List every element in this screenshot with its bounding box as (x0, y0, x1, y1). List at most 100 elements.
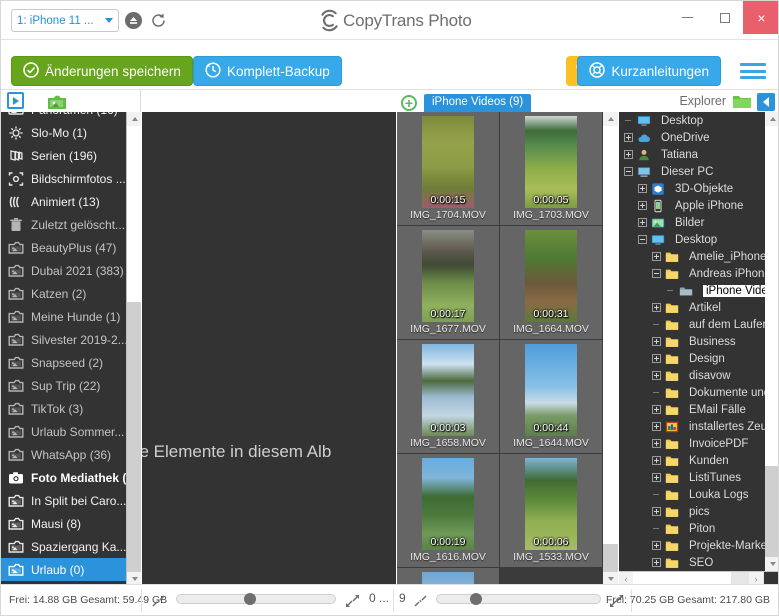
tree-node[interactable]: InvoicePDF (619, 435, 765, 452)
tree-node[interactable]: Desktop (619, 112, 765, 129)
close-button[interactable]: × (743, 1, 778, 34)
thumbnail-size-slider-left[interactable] (176, 593, 336, 605)
expand-icon[interactable] (652, 422, 661, 431)
video-item[interactable]: 0:00:06 IMG_1533.MOV (500, 454, 603, 568)
tree-node[interactable]: Artikel (619, 299, 765, 316)
expand-icon[interactable] (638, 218, 647, 227)
slider-knob[interactable] (470, 593, 482, 605)
video-item[interactable]: 0:00:03 IMG_1658.MOV (397, 340, 500, 454)
thumbnail-size-slider-right[interactable] (436, 593, 601, 605)
expand-icon[interactable] (652, 558, 661, 567)
expand-icon[interactable] (638, 184, 647, 193)
tree-scroll-thumb[interactable] (765, 126, 778, 466)
expand-icon[interactable] (624, 133, 633, 142)
tree-node[interactable]: Amelie_iPhone D (619, 248, 778, 265)
tree-node[interactable]: Andreas iPhone (619, 265, 771, 282)
tree-node[interactable]: Dieser PC (619, 163, 765, 180)
tree-node[interactable]: Bilder (619, 214, 765, 231)
tree-node[interactable]: iPhone Video (619, 282, 778, 299)
tree-scroll-down-button[interactable] (765, 557, 778, 571)
quick-guides-button[interactable]: Kurzanleitungen (577, 56, 721, 86)
tree-scroll-up-button[interactable] (765, 112, 778, 126)
tree-node[interactable]: auf dem Laufend (619, 316, 775, 333)
expand-icon[interactable] (652, 439, 661, 448)
tree-node[interactable]: Louka Logs (619, 486, 765, 503)
tree-node[interactable]: Desktop (619, 231, 765, 248)
sidebar-item[interactable]: Meine Hunde (1) (1, 305, 126, 328)
video-tab-icon[interactable] (7, 92, 24, 109)
tab-iphone-videos[interactable]: iPhone Videos (9) (424, 94, 532, 113)
sidebar-item[interactable]: Animiert (13) (1, 190, 126, 213)
zoom-in-icon[interactable] (345, 594, 360, 608)
sidebar-item[interactable]: Urlaub (0) (1, 558, 126, 581)
sidebar-item[interactable]: Zuletzt gelöscht... (1, 213, 126, 236)
tree-node[interactable]: ListiTunes (619, 469, 765, 486)
sidebar-item[interactable]: Slo-Mo (1) (1, 121, 126, 144)
collapse-explorer-button[interactable] (757, 93, 775, 111)
tree-node[interactable]: Apple iPhone (619, 197, 765, 214)
save-changes-button[interactable]: Änderungen speichern (11, 56, 193, 86)
expand-icon[interactable] (652, 405, 661, 414)
menu-button[interactable] (740, 60, 766, 82)
sidebar-item[interactable]: Snapseed (2) (1, 351, 126, 374)
tree-node[interactable]: SEO (619, 554, 765, 571)
add-tab-button[interactable]: + (401, 95, 417, 111)
collapse-icon[interactable] (638, 235, 647, 244)
expand-icon[interactable] (624, 150, 633, 159)
sidebar-scroll-thumb[interactable] (127, 126, 141, 302)
expand-icon[interactable] (652, 303, 661, 312)
expand-icon[interactable] (638, 201, 647, 210)
sidebar-item[interactable]: Silvester 2019-2... (1, 328, 126, 351)
refresh-icon[interactable] (149, 11, 168, 30)
tree-node[interactable]: Business (619, 333, 765, 350)
sidebar-item[interactable]: Mausi (8) (1, 512, 126, 535)
grid-scrollbar[interactable] (603, 112, 618, 586)
tree-node[interactable]: Kunden (619, 452, 765, 469)
expand-icon[interactable] (652, 541, 661, 550)
sidebar-item[interactable]: Foto Mediathek (21) (1, 466, 126, 489)
sidebar-scrollbar[interactable] (126, 112, 141, 586)
tree-node[interactable]: installertes Zeug (619, 418, 773, 435)
video-item[interactable]: 0:00:17 IMG_1677.MOV (397, 226, 500, 340)
sidebar-item[interactable]: Bildschirmfotos ... (1, 167, 126, 190)
sidebar-item[interactable]: Urlaub Sommer... (1, 420, 126, 443)
tree-node[interactable]: Piton (619, 520, 765, 537)
tree-node[interactable]: disavow (619, 367, 765, 384)
device-selector[interactable]: 1: iPhone 11 ... (11, 9, 119, 32)
expand-icon[interactable] (652, 354, 661, 363)
tree-vertical-scrollbar[interactable] (765, 112, 778, 571)
tree-node[interactable]: Design (619, 350, 765, 367)
collapse-icon[interactable] (652, 269, 661, 278)
sidebar-item[interactable]: Panoramen (16) (1, 112, 126, 121)
sidebar-item[interactable]: TikTok (3) (1, 397, 126, 420)
sidebar-item[interactable]: WhatsApp (36) (1, 443, 126, 466)
expand-icon[interactable] (652, 337, 661, 346)
sidebar-item[interactable]: BeautyPlus (47) (1, 236, 126, 259)
collapse-icon[interactable] (624, 167, 633, 176)
tree-node[interactable]: EMail Fälle (619, 401, 765, 418)
sidebar-item[interactable]: Serien (196) (1, 144, 126, 167)
full-backup-button[interactable]: Komplett-Backup (193, 56, 342, 86)
expand-icon[interactable] (652, 252, 661, 261)
minimize-button[interactable] (669, 1, 706, 34)
zoom-out-icon[interactable] (151, 594, 166, 608)
grid-scroll-up-button[interactable] (603, 112, 618, 126)
video-item[interactable]: 0:00:15 IMG_1704.MOV (397, 112, 500, 226)
grid-scroll-thumb[interactable] (603, 126, 618, 544)
eject-icon[interactable] (125, 12, 142, 29)
tree-node[interactable]: Projekte-Marketi (619, 537, 773, 554)
sidebar-item[interactable]: Spaziergang Ka... (1, 535, 126, 558)
expand-icon[interactable] (652, 473, 661, 482)
sidebar-item[interactable]: Sup Trip (22) (1, 374, 126, 397)
sidebar-item[interactable]: Katzen (2) (1, 282, 126, 305)
sidebar-item[interactable]: In Split bei Caro... (1, 489, 126, 512)
video-item[interactable]: 0:00:44 IMG_1644.MOV (500, 340, 603, 454)
sidebar-scroll-up-button[interactable] (127, 112, 141, 126)
zoom-out-icon[interactable] (413, 594, 428, 608)
tree-node[interactable]: Dokumente und (619, 384, 770, 401)
tree-node[interactable]: pics (619, 503, 765, 520)
video-item[interactable]: 0:00:31 IMG_1664.MOV (500, 226, 603, 340)
tree-node[interactable]: Tatiana (619, 146, 765, 163)
tree-node[interactable]: 3D-Objekte (619, 180, 765, 197)
slider-knob[interactable] (244, 593, 256, 605)
